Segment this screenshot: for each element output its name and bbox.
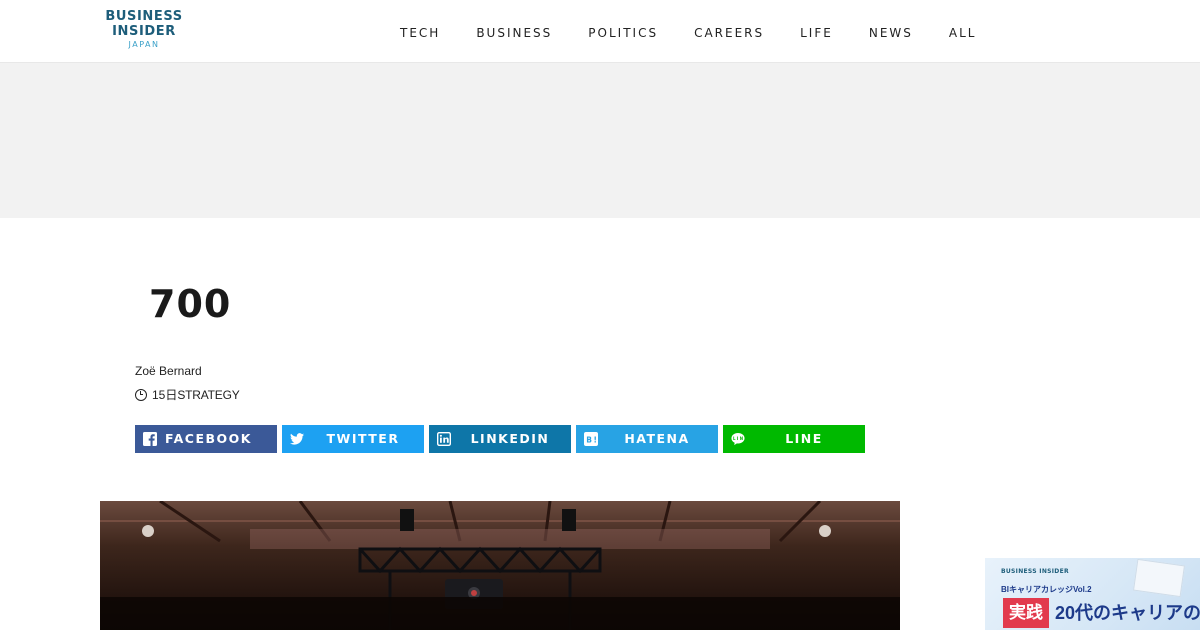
nav-item-all[interactable]: ALL xyxy=(949,26,977,40)
ad-card-graphic xyxy=(1133,558,1185,598)
share-twitter-label: TWITTER xyxy=(326,431,400,446)
share-line-button[interactable]: LINE LINE xyxy=(723,425,865,453)
hero-image-illustration xyxy=(100,501,900,630)
facebook-icon xyxy=(143,432,157,446)
ad-brand: BUSINESS INSIDER xyxy=(1001,568,1069,575)
ad-headline: 20代のキャリアの xyxy=(1055,603,1200,623)
clock-icon xyxy=(135,388,147,401)
corner-advertisement[interactable]: BUSINESS INSIDER BIキャリアカレッジVol.2 実践 20代の… xyxy=(985,558,1200,630)
share-line-label: LINE xyxy=(785,431,823,446)
nav-item-careers[interactable]: CAREERS xyxy=(694,26,764,40)
logo-line-1: BUSINESS xyxy=(105,9,183,24)
share-hatena-label: HATENA xyxy=(624,431,690,446)
share-buttons: FACEBOOK TWITTER LINKEDIN B! HATENA LINE… xyxy=(135,425,870,453)
article-meta: 15日 STRATEGY xyxy=(135,386,240,403)
share-linkedin-button[interactable]: LINKEDIN xyxy=(429,425,571,453)
line-icon: LINE xyxy=(731,432,745,446)
article-author[interactable]: Zoë Bernard xyxy=(135,364,202,378)
article-category[interactable]: STRATEGY xyxy=(177,388,239,402)
main-nav: TECH BUSINESS POLITICS CAREERS LIFE NEWS… xyxy=(382,26,994,40)
logo-line-2: INSIDER xyxy=(112,24,176,39)
share-hatena-button[interactable]: B! HATENA xyxy=(576,425,718,453)
nav-item-news[interactable]: NEWS xyxy=(869,26,913,40)
hatena-icon: B! xyxy=(584,432,598,446)
site-header: BUSINESS INSIDER JAPAN TECH BUSINESS POL… xyxy=(0,0,1200,63)
share-twitter-button[interactable]: TWITTER xyxy=(282,425,424,453)
svg-text:B!: B! xyxy=(586,435,598,444)
nav-item-tech[interactable]: TECH xyxy=(400,26,440,40)
article-hero-image xyxy=(100,501,900,630)
logo-line-3: JAPAN xyxy=(128,40,160,49)
ad-banner-area xyxy=(0,63,1200,218)
ad-tag: 実践 xyxy=(1003,598,1049,628)
article-time: 15日 xyxy=(152,388,178,402)
article-title: 700 xyxy=(149,282,232,326)
site-logo[interactable]: BUSINESS INSIDER JAPAN xyxy=(99,10,189,49)
share-facebook-button[interactable]: FACEBOOK xyxy=(135,425,277,453)
svg-text:LINE: LINE xyxy=(733,436,745,441)
nav-item-business[interactable]: BUSINESS xyxy=(476,26,552,40)
share-linkedin-label: LINKEDIN xyxy=(470,431,550,446)
share-facebook-label: FACEBOOK xyxy=(165,431,252,446)
nav-item-life[interactable]: LIFE xyxy=(800,26,833,40)
linkedin-icon xyxy=(437,432,451,446)
ad-subtitle: BIキャリアカレッジVol.2 xyxy=(1001,585,1092,594)
nav-item-politics[interactable]: POLITICS xyxy=(588,26,658,40)
twitter-icon xyxy=(290,432,304,446)
